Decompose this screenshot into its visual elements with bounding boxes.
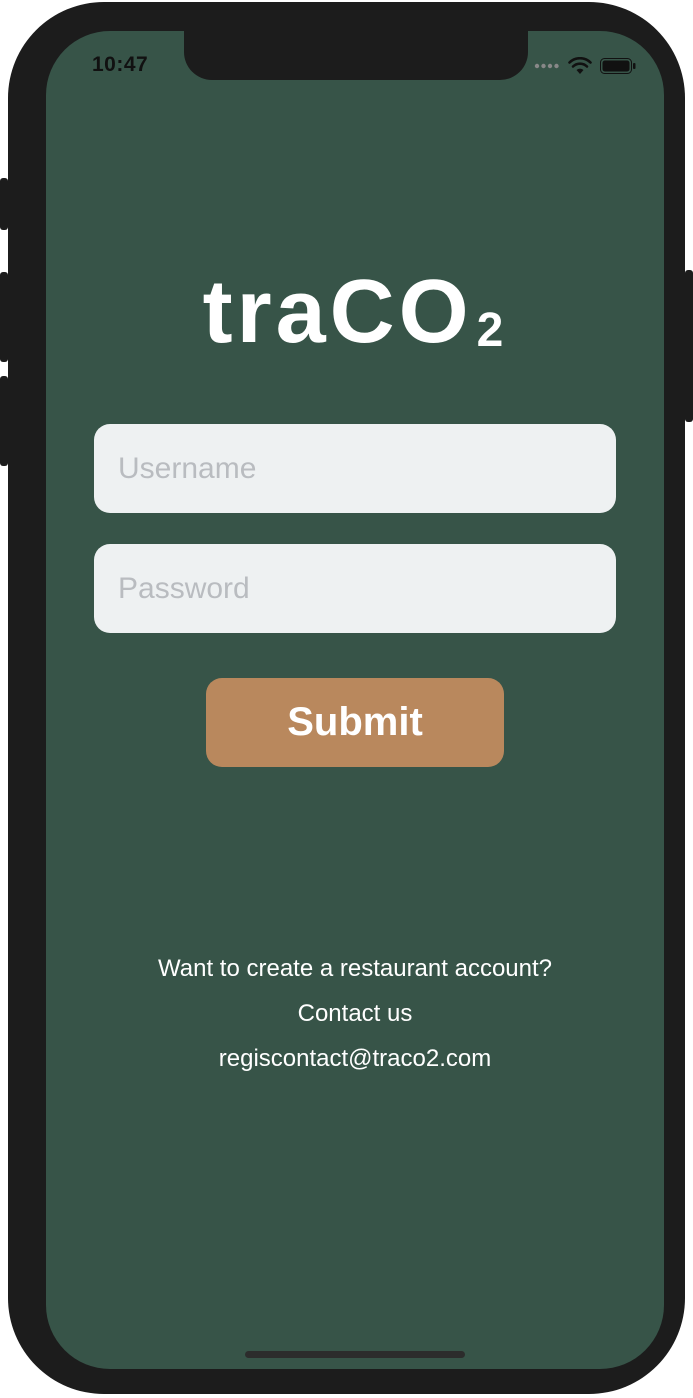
volume-up-button xyxy=(0,272,8,362)
home-indicator[interactable] xyxy=(245,1351,465,1358)
power-button xyxy=(685,270,693,422)
cellular-signal-icon xyxy=(534,63,559,69)
password-field[interactable]: Password xyxy=(94,544,616,633)
submit-button[interactable]: Submit xyxy=(206,678,504,767)
status-icons xyxy=(534,57,636,75)
password-placeholder: Password xyxy=(118,571,250,605)
battery-icon xyxy=(600,58,636,74)
wifi-icon xyxy=(568,57,592,74)
logo-subscript: 2 xyxy=(476,304,508,357)
contact-email-link[interactable]: regiscontact@traco2.com xyxy=(46,1045,664,1073)
device-frame: 10:47 traCO2 Username Password Submit Wa… xyxy=(0,2,693,1394)
username-field[interactable]: Username xyxy=(94,424,616,513)
username-placeholder: Username xyxy=(118,451,257,485)
app-logo: traCO2 xyxy=(46,267,664,357)
logo-main: traCO xyxy=(202,262,473,362)
create-account-prompt: Want to create a restaurant account? xyxy=(158,955,552,982)
contact-us-text: Contact us xyxy=(297,1000,413,1027)
screen: 10:47 traCO2 Username Password Submit Wa… xyxy=(46,31,664,1369)
notch xyxy=(184,31,528,80)
submit-label: Submit xyxy=(287,700,423,744)
silent-switch xyxy=(0,178,8,230)
volume-down-button xyxy=(0,376,8,466)
status-time: 10:47 xyxy=(92,53,149,76)
